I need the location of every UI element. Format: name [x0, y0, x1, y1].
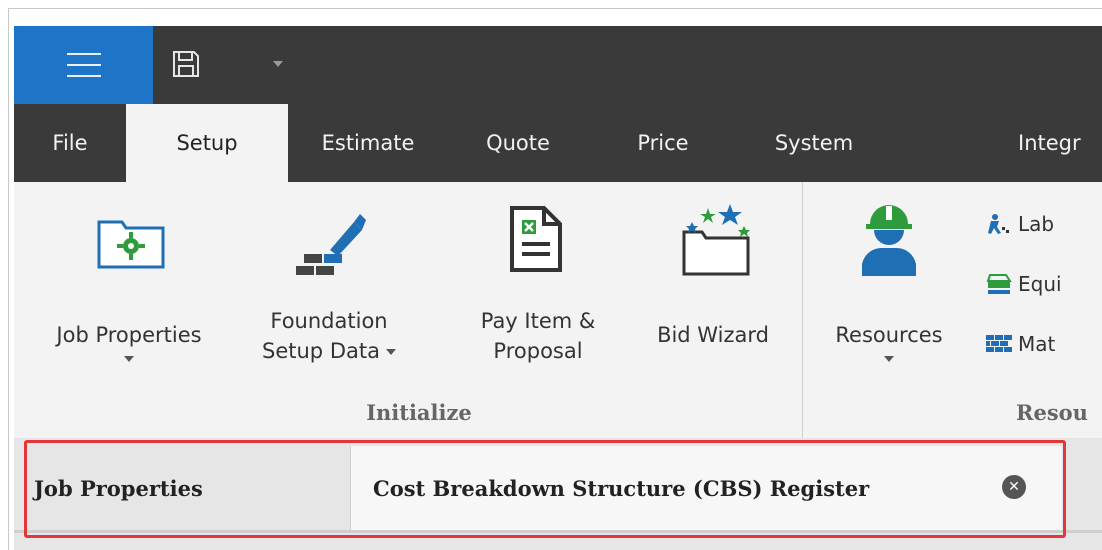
- resources-button[interactable]: Resources: [814, 202, 964, 392]
- chevron-down-icon: [273, 61, 283, 67]
- tab-file[interactable]: File: [14, 104, 126, 182]
- folder-stars-icon: [682, 204, 750, 276]
- materials-bricks-icon: [986, 332, 1012, 356]
- save-button[interactable]: [164, 42, 208, 86]
- foundation-setup-data-button[interactable]: Foundation Setup Data: [244, 202, 414, 392]
- title-bar: [14, 26, 1102, 104]
- floppy-save-icon: [173, 51, 199, 77]
- foundation-trowel-icon: [296, 214, 366, 275]
- doc-tab-cbs-register-label: Cost Breakdown Structure (CBS) Register: [373, 475, 870, 501]
- tab-setup[interactable]: Setup: [126, 104, 288, 182]
- chevron-down-icon: [884, 356, 894, 362]
- close-tab-button[interactable]: ✕: [1002, 475, 1026, 499]
- group-label-resources: Resou: [1016, 400, 1088, 425]
- labor-label: Lab: [1018, 212, 1055, 236]
- tab-underline: [14, 530, 1102, 533]
- app-menu-button[interactable]: [14, 26, 153, 104]
- document-tabs-bar: Job Properties Cost Breakdown Structure …: [14, 438, 1102, 550]
- folder-gear-icon: [97, 220, 165, 269]
- pay-item-label-line2: Proposal: [493, 339, 583, 363]
- doc-tab-cbs-register[interactable]: Cost Breakdown Structure (CBS) Register: [351, 446, 1062, 530]
- materials-button[interactable]: Mat: [986, 328, 1055, 360]
- pay-item-label-line1: Pay Item &: [480, 309, 596, 333]
- doc-tab-job-properties-label: Job Properties: [34, 475, 203, 501]
- ribbon-tabs: File Setup Estimate Quote Price System I…: [14, 104, 1102, 182]
- close-icon: ✕: [1008, 479, 1020, 495]
- group-separator: [802, 182, 803, 438]
- tab-system[interactable]: System: [738, 104, 890, 182]
- tab-quote[interactable]: Quote: [448, 104, 588, 182]
- chevron-down-icon: [385, 349, 396, 355]
- equipment-button[interactable]: Equi: [986, 268, 1062, 300]
- hard-hat-worker-icon: [862, 205, 916, 276]
- group-label-initialize: Initialize: [366, 400, 472, 425]
- doc-tab-job-properties[interactable]: Job Properties: [14, 446, 351, 530]
- hamburger-icon: [66, 53, 101, 77]
- labor-button[interactable]: Lab: [986, 208, 1054, 240]
- bid-wizard-label: Bid Wizard: [657, 323, 769, 347]
- spreadsheet-document-icon: [510, 206, 562, 272]
- ribbon-panel: Job Properties Foundation Setup Data Pay…: [14, 182, 1102, 438]
- equipment-label: Equi: [1018, 272, 1062, 296]
- chevron-down-icon: [124, 356, 134, 362]
- pay-item-proposal-button[interactable]: Pay Item & Proposal: [458, 202, 618, 392]
- job-properties-button[interactable]: Job Properties: [34, 202, 224, 392]
- tab-integrations[interactable]: Integr: [890, 104, 1102, 182]
- foundation-label-line2: Setup Data: [262, 339, 380, 363]
- foundation-label-line1: Foundation: [270, 309, 388, 333]
- tab-price[interactable]: Price: [588, 104, 738, 182]
- labor-worker-icon: [986, 212, 1012, 236]
- tab-estimate[interactable]: Estimate: [288, 104, 448, 182]
- quick-access-dropdown[interactable]: [270, 56, 286, 72]
- job-properties-label: Job Properties: [56, 323, 202, 347]
- equipment-icon: [986, 272, 1012, 296]
- resources-label: Resources: [835, 323, 943, 347]
- bid-wizard-button[interactable]: Bid Wizard: [638, 202, 788, 392]
- materials-label: Mat: [1018, 332, 1056, 356]
